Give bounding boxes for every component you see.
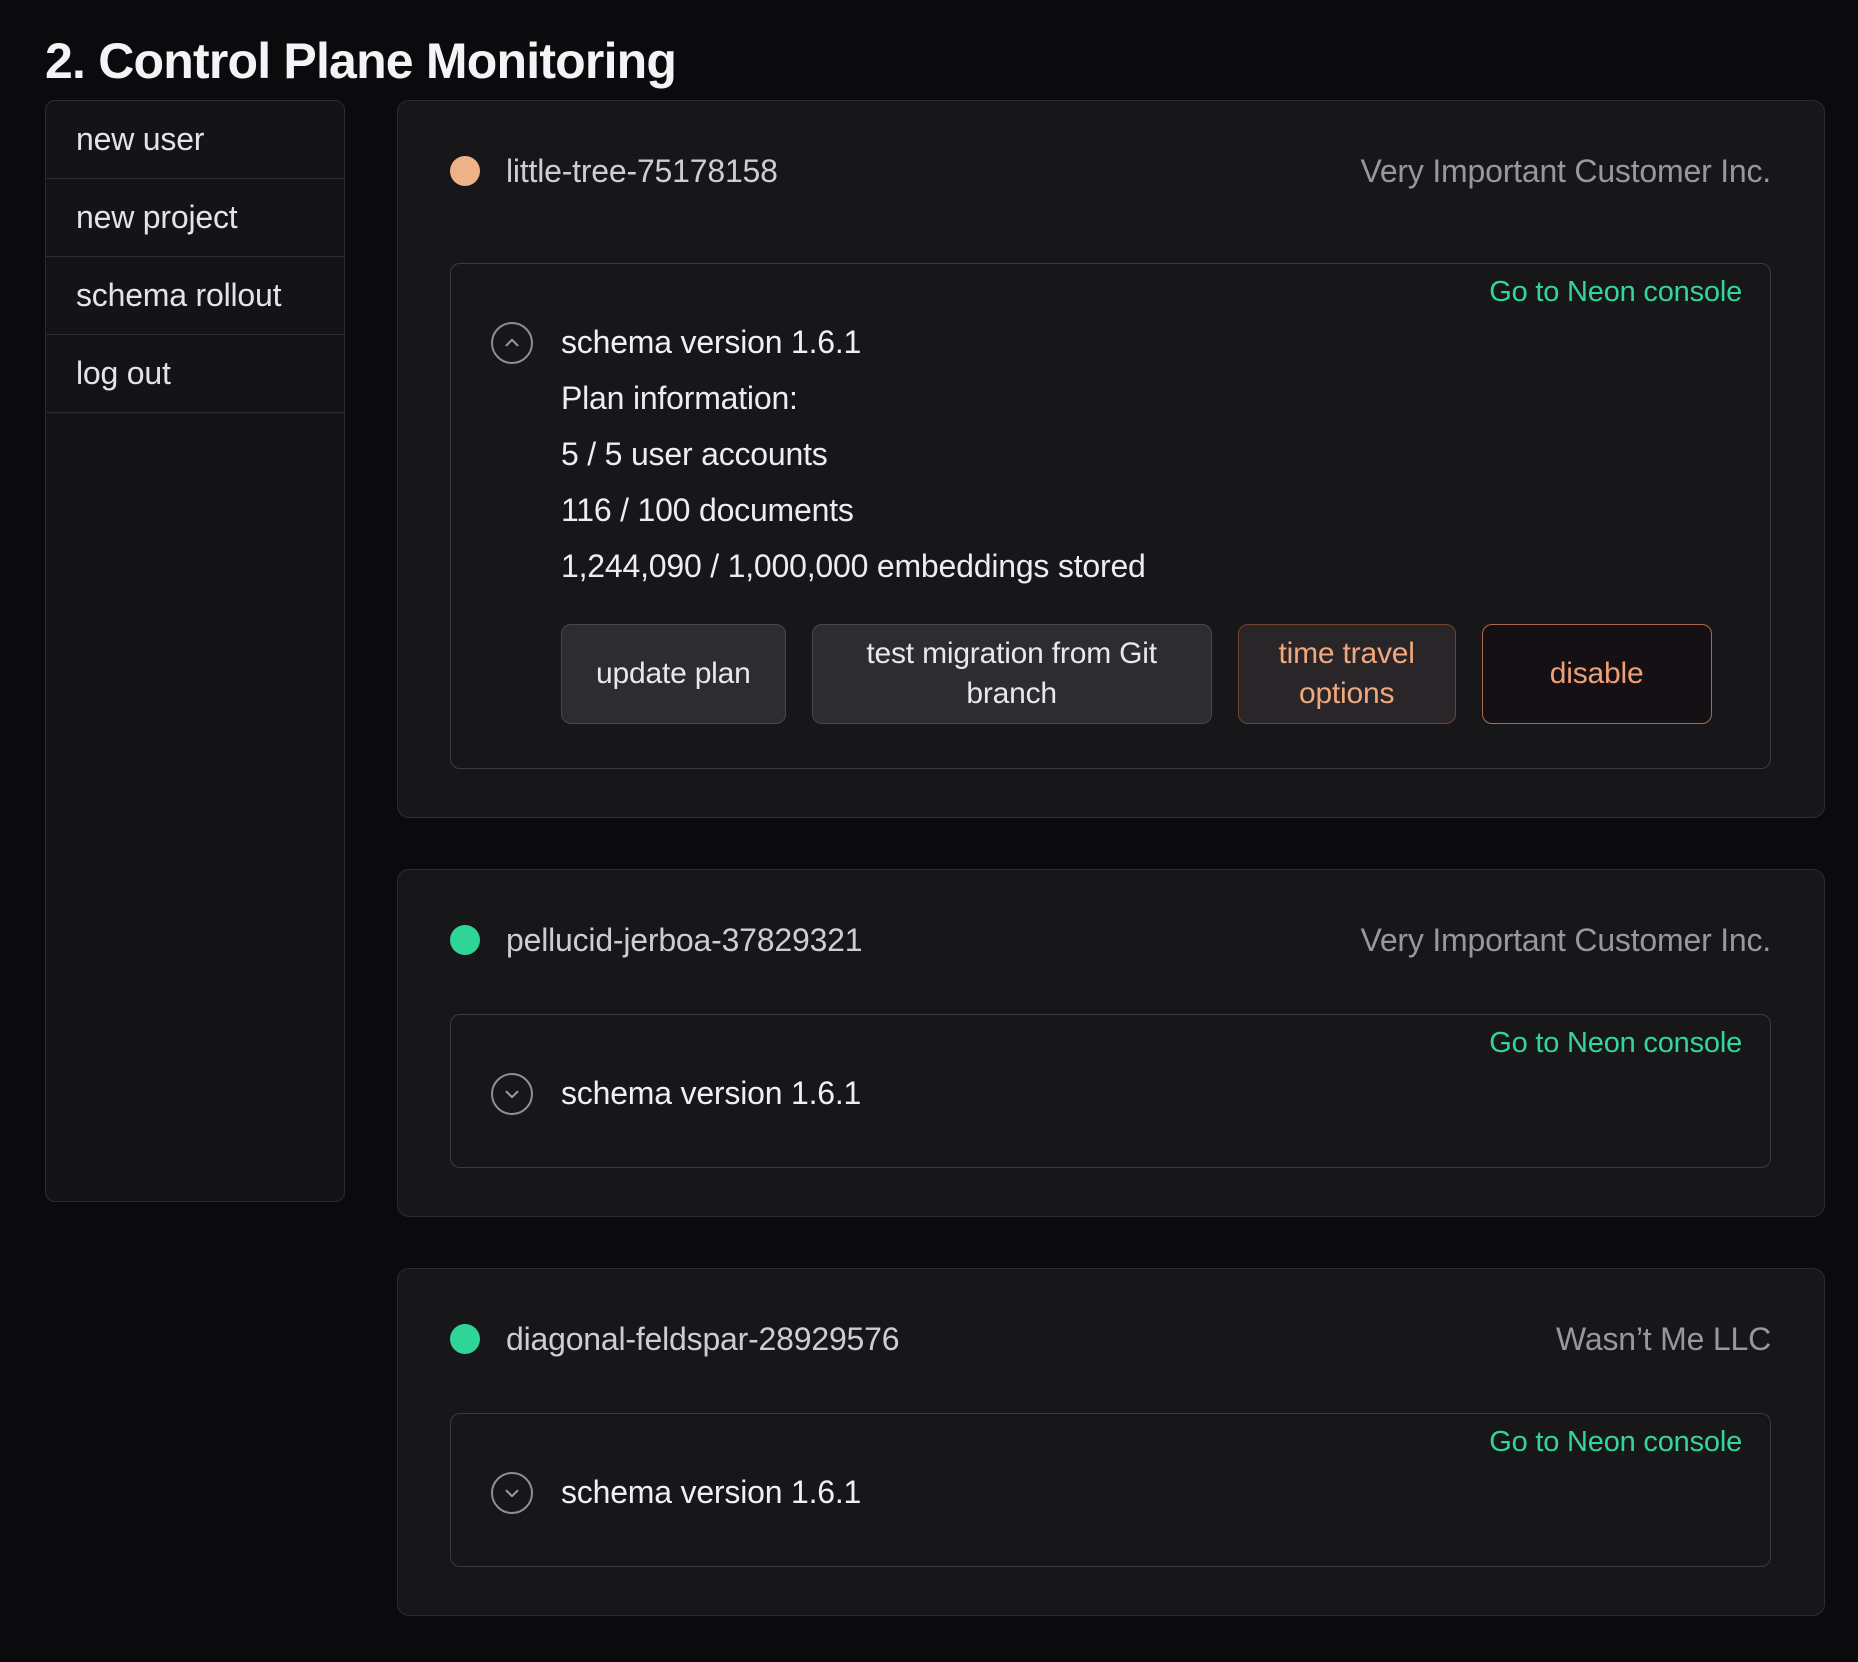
plan-user-accounts: 5 / 5 user accounts	[561, 426, 1146, 482]
schema-version: schema version 1.6.1	[561, 1464, 861, 1520]
plan-heading: Plan information:	[561, 370, 1146, 426]
collapse-toggle[interactable]	[491, 322, 533, 364]
console-link-row: Go to Neon console	[491, 276, 1742, 310]
schema-row: schema version 1.6.1 Plan information: 5…	[491, 314, 1742, 594]
disable-button[interactable]: disable	[1482, 624, 1712, 724]
sidebar-item-new-user[interactable]: new user	[46, 101, 344, 179]
schema-panel: Go to Neon console schema version 1.6.1	[450, 1014, 1771, 1168]
project-name: diagonal-feldspar-28929576	[506, 1321, 899, 1358]
schema-row: schema version 1.6.1	[491, 1065, 1742, 1121]
card-header: diagonal-feldspar-28929576 Wasn’t Me LLC	[450, 1317, 1771, 1361]
content-area: new user new project schema rollout log …	[0, 100, 1858, 1616]
plan-documents: 116 / 100 documents	[561, 482, 1146, 538]
expand-toggle[interactable]	[491, 1472, 533, 1514]
neon-console-link[interactable]: Go to Neon console	[1489, 1426, 1742, 1458]
time-travel-options-button[interactable]: time travel options	[1238, 624, 1456, 724]
plan-actions: update plan test migration from Git bran…	[561, 624, 1742, 724]
card-header: pellucid-jerboa-37829321 Very Important …	[450, 918, 1771, 962]
company-name: Wasn’t Me LLC	[1556, 1321, 1771, 1358]
schema-version: schema version 1.6.1	[561, 1065, 861, 1121]
card-header: little-tree-75178158 Very Important Cust…	[450, 149, 1771, 193]
project-name: little-tree-75178158	[506, 153, 778, 190]
sidebar-item-new-project[interactable]: new project	[46, 179, 344, 257]
console-link-row: Go to Neon console	[491, 1426, 1742, 1460]
schema-row: schema version 1.6.1	[491, 1464, 1742, 1520]
project-card-pellucid-jerboa: pellucid-jerboa-37829321 Very Important …	[397, 869, 1825, 1217]
control-plane-page: 2. Control Plane Monitoring new user new…	[0, 0, 1858, 1662]
sidebar-item-log-out[interactable]: log out	[46, 335, 344, 413]
plan-embeddings: 1,244,090 / 1,000,000 embeddings stored	[561, 538, 1146, 594]
company-name: Very Important Customer Inc.	[1360, 922, 1771, 959]
chevron-up-icon	[501, 332, 523, 354]
project-cards: little-tree-75178158 Very Important Cust…	[397, 100, 1825, 1616]
schema-version: schema version 1.6.1	[561, 314, 1146, 370]
sidebar: new user new project schema rollout log …	[45, 100, 345, 1202]
test-migration-button[interactable]: test migration from Git branch	[812, 624, 1212, 724]
schema-panel: Go to Neon console schema version 1.6.1	[450, 1413, 1771, 1567]
sidebar-item-schema-rollout[interactable]: schema rollout	[46, 257, 344, 335]
status-dot	[450, 925, 480, 955]
project-card-little-tree: little-tree-75178158 Very Important Cust…	[397, 100, 1825, 818]
page-title: 2. Control Plane Monitoring	[0, 0, 1858, 100]
project-name: pellucid-jerboa-37829321	[506, 922, 862, 959]
chevron-down-icon	[501, 1083, 523, 1105]
schema-panel: Go to Neon console schema version 1.6.1 …	[450, 263, 1771, 769]
panel-text-block: schema version 1.6.1	[561, 1464, 861, 1520]
project-card-diagonal-feldspar: diagonal-feldspar-28929576 Wasn’t Me LLC…	[397, 1268, 1825, 1616]
console-link-row: Go to Neon console	[491, 1027, 1742, 1061]
panel-text-block: schema version 1.6.1	[561, 1065, 861, 1121]
status-dot	[450, 156, 480, 186]
panel-text-block: schema version 1.6.1 Plan information: 5…	[561, 314, 1146, 594]
expand-toggle[interactable]	[491, 1073, 533, 1115]
company-name: Very Important Customer Inc.	[1360, 153, 1771, 190]
chevron-down-icon	[501, 1482, 523, 1504]
status-dot	[450, 1324, 480, 1354]
neon-console-link[interactable]: Go to Neon console	[1489, 276, 1742, 308]
update-plan-button[interactable]: update plan	[561, 624, 786, 724]
neon-console-link[interactable]: Go to Neon console	[1489, 1027, 1742, 1059]
